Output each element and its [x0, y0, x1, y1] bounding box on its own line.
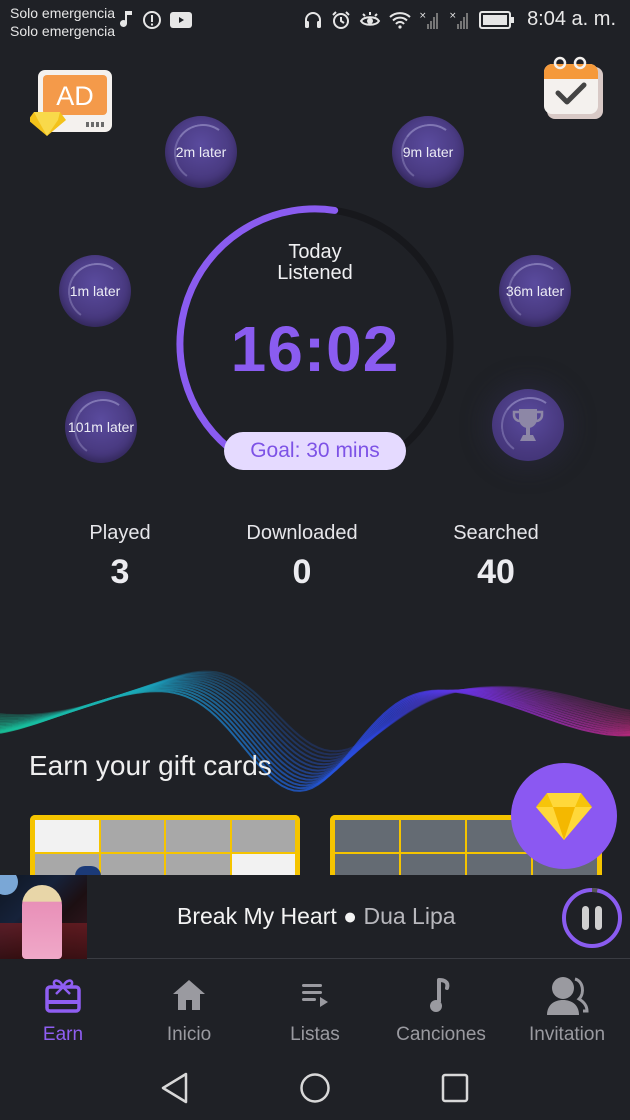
alarm-icon	[331, 10, 351, 30]
bubble-label: 2m later	[175, 144, 227, 160]
trophy-icon	[512, 409, 544, 441]
nav-label: Invitation	[528, 1024, 606, 1045]
stat-value: 3	[110, 553, 130, 591]
nav-earn[interactable]: Earn	[0, 974, 126, 1046]
playlist-icon	[302, 984, 328, 1007]
youtube-icon	[170, 12, 192, 28]
stat-label: Searched	[453, 522, 539, 544]
music-note-icon	[120, 10, 134, 30]
watch-ad-button[interactable]: AD	[28, 68, 114, 136]
bubble-label: 36m later	[505, 283, 565, 299]
nav-inicio[interactable]: Inicio	[126, 974, 252, 1046]
bottom-nav: Earn Inicio Listas Canciones Invitation	[0, 960, 630, 1056]
trophy-bubble[interactable]	[492, 389, 564, 461]
back-button[interactable]	[160, 1072, 190, 1109]
home-icon	[173, 980, 205, 1010]
nav-canciones[interactable]: Canciones	[378, 974, 504, 1046]
stat-value: 0	[292, 553, 312, 591]
gem-icon	[536, 793, 592, 840]
back-icon	[161, 1072, 188, 1104]
track-artist: Dua Lipa	[363, 903, 456, 929]
nav-listas[interactable]: Listas	[252, 974, 378, 1046]
svg-text:×: ×	[419, 11, 427, 21]
reward-bubble-101m[interactable]: 101m later	[65, 391, 137, 463]
listened-time: 16:02	[230, 313, 400, 385]
recents-icon	[441, 1073, 469, 1103]
today-label-line1: Today	[288, 241, 342, 263]
stat-downloaded: Downloaded 0	[212, 522, 392, 592]
reward-bubble-9m[interactable]: 9m later	[392, 116, 464, 188]
nav-label: Listas	[290, 1024, 340, 1045]
gift-cards-heading: Earn your gift cards	[29, 750, 272, 781]
playback-progress-ring	[562, 888, 622, 948]
ad-label: AD	[56, 81, 94, 111]
signal-2-icon: ×	[449, 10, 471, 30]
today-label-line2: Listened	[277, 262, 353, 284]
nav-label: Canciones	[396, 1024, 486, 1045]
track-title: Break My Heart	[177, 903, 337, 929]
track-info[interactable]: Break My Heart ● Dua Lipa	[177, 903, 456, 930]
pause-button[interactable]	[561, 887, 623, 949]
eye-icon	[359, 10, 381, 30]
bubble-label: 9m later	[402, 144, 454, 160]
status-bar: Solo emergencia Solo emergencia × × 8:04…	[0, 0, 630, 44]
reward-bubble-2m[interactable]: 2m later	[165, 116, 237, 188]
calendar-check-icon	[544, 56, 603, 119]
clock: 8:04 a. m.	[527, 8, 616, 30]
recents-button[interactable]	[440, 1072, 470, 1109]
svg-text:×: ×	[449, 11, 457, 21]
home-circle-icon	[300, 1073, 330, 1103]
gift-icon	[45, 979, 81, 1013]
signal-1-icon: ×	[419, 10, 441, 30]
alert-circle-icon	[142, 10, 162, 30]
carrier-label-2: Solo emergencia	[10, 23, 116, 39]
nav-label: Inicio	[166, 1024, 212, 1045]
music-note-icon	[430, 978, 450, 1012]
nav-invitation[interactable]: Invitation	[504, 974, 630, 1046]
track-separator: ●	[336, 903, 364, 929]
gem-fab-button[interactable]	[511, 763, 617, 869]
battery-icon	[479, 10, 515, 29]
invite-users-icon	[547, 977, 589, 1015]
ad-gem-icon: AD	[28, 70, 112, 136]
daily-checkin-button[interactable]	[543, 55, 603, 119]
stat-value: 40	[477, 553, 515, 591]
carrier-label-1: Solo emergencia	[10, 5, 116, 21]
system-nav-bar	[0, 1056, 630, 1120]
nav-label: Earn	[42, 1024, 84, 1045]
stat-played: Played 3	[30, 522, 210, 592]
stat-label: Played	[89, 522, 151, 544]
pause-icon	[582, 906, 602, 930]
today-listened-label: Today Listened	[0, 242, 630, 284]
home-system-button[interactable]	[299, 1072, 331, 1109]
stat-label: Downloaded	[246, 522, 358, 544]
goal-button[interactable]: Goal: 30 mins	[224, 432, 406, 470]
album-art[interactable]	[0, 875, 87, 959]
stat-searched: Searched 40	[406, 522, 586, 592]
wifi-icon	[389, 11, 411, 29]
now-playing-bar[interactable]: Break My Heart ● Dua Lipa	[0, 875, 630, 959]
bubble-label: 101m later	[67, 419, 135, 435]
bubble-label: 1m later	[69, 283, 121, 299]
headphones-icon	[303, 10, 323, 30]
